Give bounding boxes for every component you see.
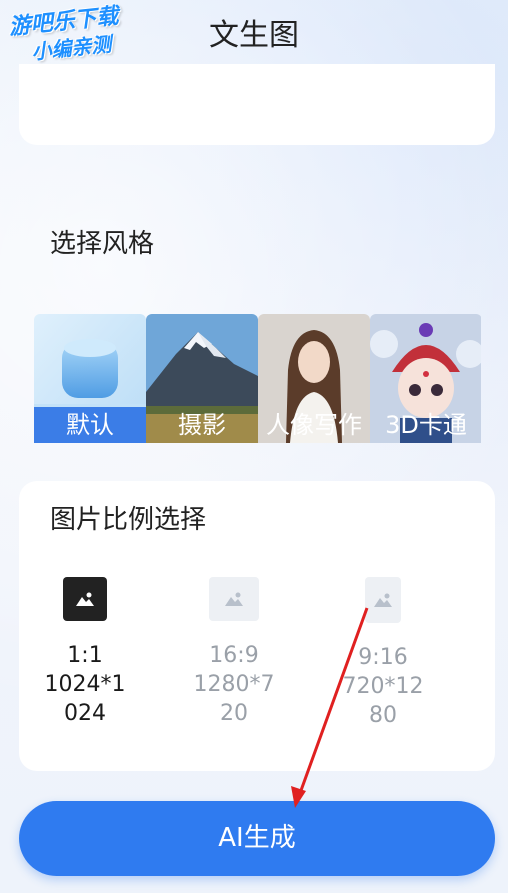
annotation-arrow-icon	[291, 607, 369, 808]
